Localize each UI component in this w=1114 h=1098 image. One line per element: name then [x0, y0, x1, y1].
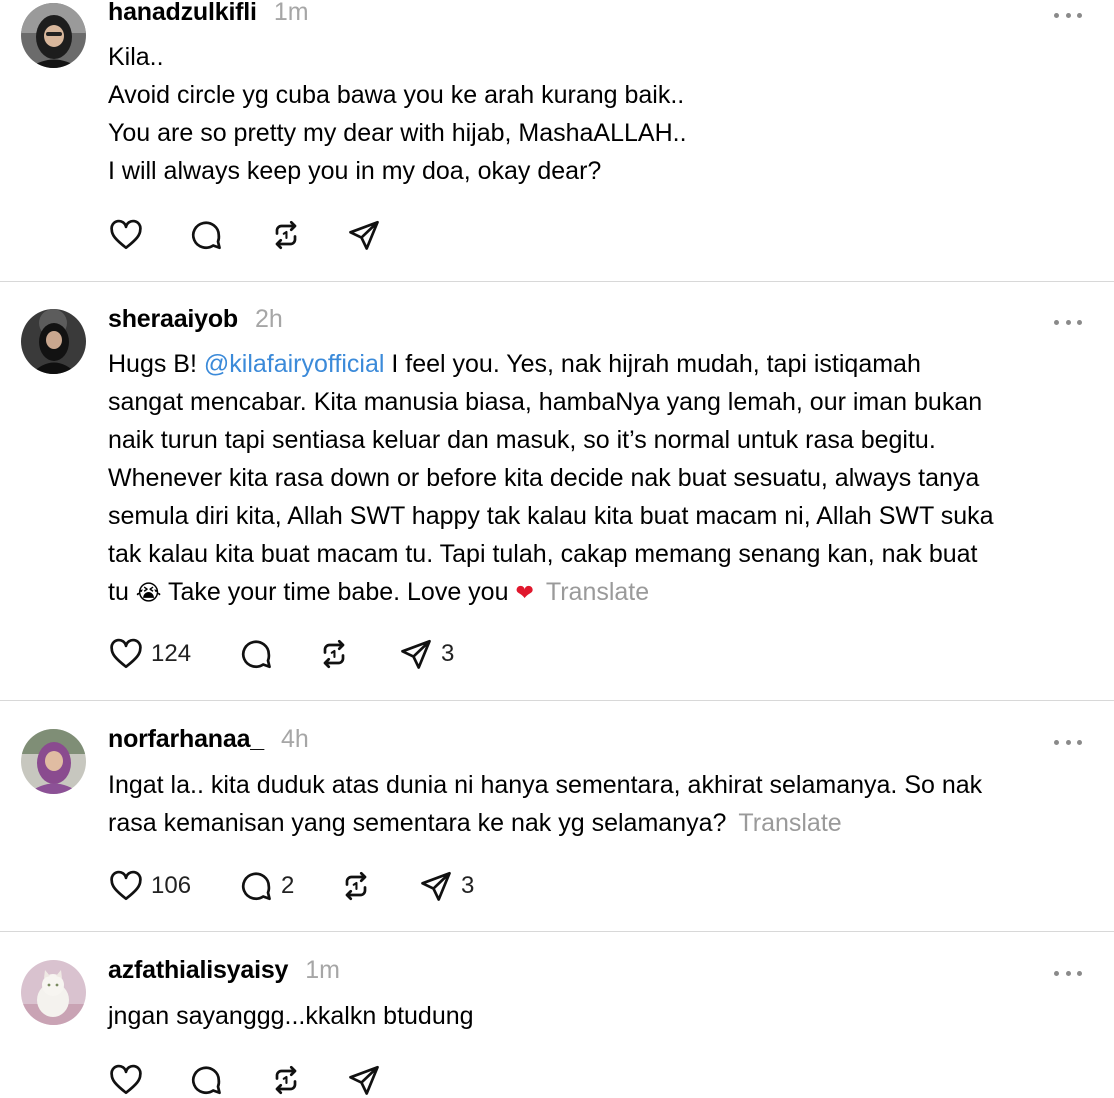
post-header: norfarhanaa_ 4h: [108, 725, 309, 755]
comment-bubble-icon: [241, 640, 271, 669]
avatar-image: [21, 729, 86, 794]
post-line: Whenever kita rasa down or before kita d…: [108, 464, 980, 492]
post-text-segment: Hugs B!: [108, 350, 197, 378]
timestamp: 1m: [305, 956, 340, 984]
red-heart-emoji: ❤: [515, 581, 534, 606]
post-line: semula diri kita, Allah SWT happy tak ka…: [108, 502, 994, 530]
post-line: tu 😭 Take your time babe. Love you ❤ Tran…: [108, 573, 1093, 613]
post-norfarhanaa: norfarhanaa_ 4h Ingat la.. kita duduk at…: [0, 701, 1114, 931]
heart-icon: [110, 870, 142, 901]
post-text: Kila.. Avoid circle yg cuba bawa you ke …: [108, 38, 1093, 190]
action-bar: [108, 215, 426, 255]
repost-icon: [345, 871, 367, 901]
heart-icon: [110, 219, 142, 250]
reply-count: 2: [281, 872, 295, 899]
like-count: 106: [151, 872, 192, 899]
more-dots-icon[interactable]: [1054, 969, 1082, 977]
post-line: sangat mencabar. Kita manusia biasa, ham…: [108, 388, 983, 416]
action-bar: 124 3: [108, 634, 478, 674]
action-bar: [108, 1060, 426, 1098]
heart-icon: [110, 1064, 142, 1095]
repost-icon: [323, 639, 345, 669]
share-button[interactable]: [346, 1062, 426, 1098]
like-button[interactable]: 124: [108, 636, 238, 672]
heart-icon: [110, 638, 142, 669]
like-button[interactable]: 106: [108, 868, 238, 904]
action-bar: 106 2 3: [108, 866, 498, 906]
avatar-norfarhanaa[interactable]: [21, 729, 86, 794]
post-sheraaiyob: sheraaiyob 2h Hugs B! @kilafairyofficial…: [0, 282, 1114, 700]
comment-bubble-icon: [241, 872, 271, 901]
send-icon: [421, 871, 451, 901]
post-line: naik turun tapi sentiasa keluar dan masu…: [108, 426, 936, 454]
repost-button[interactable]: [338, 868, 418, 904]
repost-button[interactable]: [268, 1062, 346, 1098]
more-dots-icon[interactable]: [1054, 11, 1082, 19]
repost-button[interactable]: [268, 217, 346, 253]
post-text-segment: I feel you. Yes, nak hijrah mudah, tapi …: [384, 350, 921, 378]
repost-icon: [275, 220, 297, 250]
post-line: jngan sayanggg...kkalkn btudung: [108, 1002, 474, 1030]
post-line: Avoid circle yg cuba bawa you ke arah ku…: [108, 81, 685, 109]
username[interactable]: azfathialisyaisy: [108, 956, 288, 985]
post-line: tak kalau kita buat macam tu. Tapi tulah…: [108, 540, 978, 568]
avatar-image: [21, 3, 86, 68]
post-hanadzulkifli: hanadzulkifli 1m Kila.. Avoid circle yg …: [0, 0, 1114, 280]
avatar-image: [21, 960, 86, 1025]
post-header: sheraaiyob 2h: [108, 305, 283, 335]
crying-emoji: 😭: [135, 581, 162, 606]
post-text-segment: rasa kemanisan yang sementara ke nak yg …: [108, 809, 727, 837]
repost-icon: [275, 1065, 297, 1095]
share-button[interactable]: 3: [418, 868, 498, 904]
reply-button[interactable]: [188, 1062, 268, 1098]
post-line: Ingat la.. kita duduk atas dunia ni hany…: [108, 771, 983, 799]
username[interactable]: hanadzulkifli: [108, 0, 257, 27]
post-text: Hugs B! @kilafairyofficial I feel you. Y…: [108, 345, 1093, 613]
post-text: Ingat la.. kita duduk atas dunia ni hany…: [108, 766, 1093, 842]
post-header: azfathialisyaisy 1m: [108, 956, 340, 986]
post-line: rasa kemanisan yang sementara ke nak yg …: [108, 804, 1093, 842]
reply-button[interactable]: [238, 636, 316, 672]
like-button[interactable]: [108, 217, 188, 253]
like-button[interactable]: [108, 1062, 188, 1098]
username[interactable]: sheraaiyob: [108, 305, 238, 334]
send-icon: [349, 1065, 379, 1095]
avatar-azfathialisyaisy[interactable]: [21, 960, 86, 1025]
username[interactable]: norfarhanaa_: [108, 725, 264, 754]
post-line: You are so pretty my dear with hijab, Ma…: [108, 119, 687, 147]
post-line: I will always keep you in my doa, okay d…: [108, 157, 602, 185]
comment-bubble-icon: [191, 221, 221, 250]
translate-link[interactable]: Translate: [738, 809, 841, 837]
share-button[interactable]: 3: [398, 636, 478, 672]
post-line: Hugs B! @kilafairyofficial I feel you. Y…: [108, 345, 1093, 383]
timestamp: 4h: [281, 725, 309, 753]
timestamp: 1m: [273, 0, 309, 26]
post-text-segment: tu: [108, 578, 136, 606]
post-line: Kila..: [108, 43, 164, 71]
reply-button[interactable]: [188, 217, 268, 253]
post-text: jngan sayanggg...kkalkn btudung: [108, 997, 1093, 1035]
avatar-hanadzulkifli[interactable]: [21, 3, 86, 68]
more-dots-icon[interactable]: [1054, 738, 1082, 746]
repost-button[interactable]: [316, 636, 398, 672]
post-header: hanadzulkifli 1m: [108, 0, 309, 28]
avatar-sheraaiyob[interactable]: [21, 309, 86, 374]
timestamp: 2h: [255, 305, 283, 333]
comment-bubble-icon: [191, 1066, 221, 1095]
avatar-image: [21, 309, 86, 374]
share-count: 3: [441, 640, 455, 667]
send-icon: [349, 220, 379, 250]
more-dots-icon[interactable]: [1054, 318, 1082, 326]
post-text-segment: Take your time babe. Love you: [161, 578, 516, 606]
like-count: 124: [151, 640, 192, 667]
translate-link[interactable]: Translate: [546, 578, 649, 606]
mention-link[interactable]: @kilafairyofficial: [204, 350, 385, 378]
share-count: 3: [461, 872, 475, 899]
share-button[interactable]: [346, 217, 426, 253]
reply-button[interactable]: 2: [238, 868, 338, 904]
send-icon: [401, 639, 431, 669]
post-azfathialisyaisy: azfathialisyaisy 1m jngan sayanggg...kka…: [0, 932, 1114, 1098]
